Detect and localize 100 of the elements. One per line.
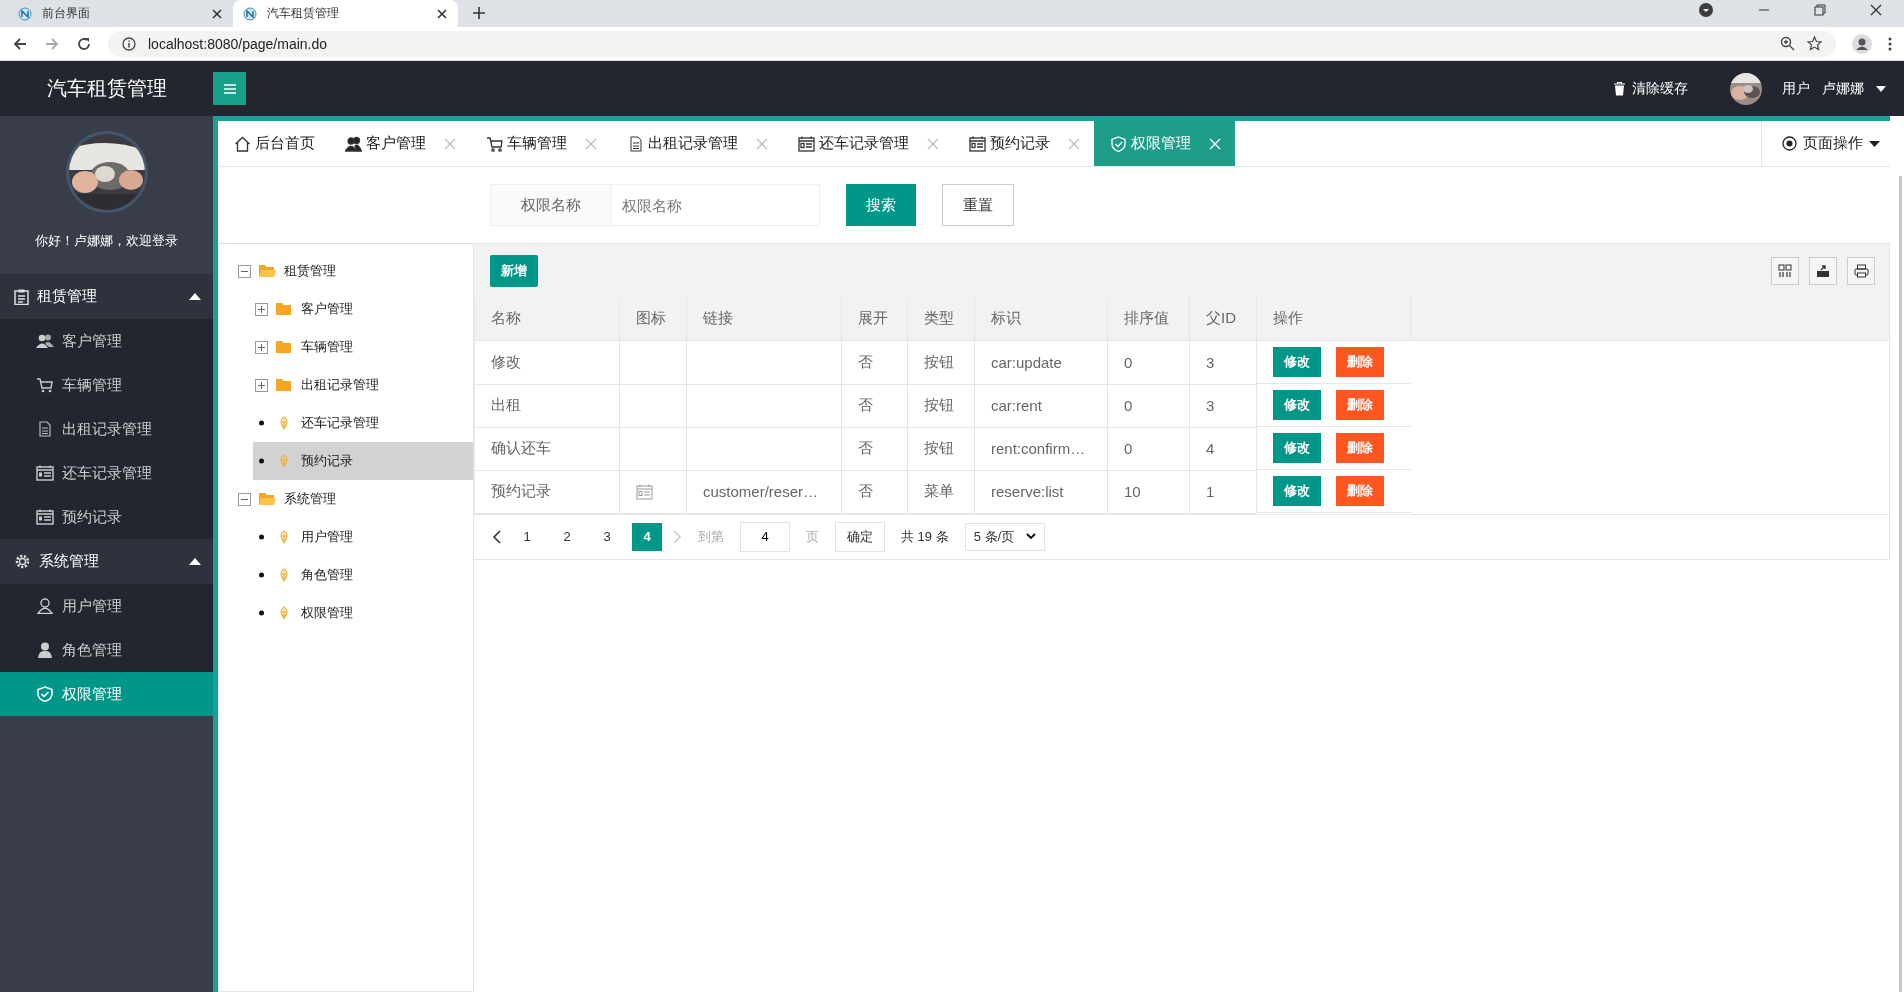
menu-group[interactable]: 系统管理 [0,539,213,584]
new-tab-icon[interactable] [472,6,486,20]
columns-icon [1778,263,1792,278]
expand-icon[interactable] [255,378,268,392]
menu-group[interactable]: 租赁管理 [0,274,213,319]
tree-node[interactable]: 车辆管理 [219,328,473,366]
table-cell: 否 [841,427,908,470]
menu-item[interactable]: 车辆管理 [0,363,213,407]
caret-icon [189,558,201,565]
menu-item[interactable]: 角色管理 [0,628,213,672]
page-size-select[interactable]: 5 条/页 [964,522,1045,551]
page-number-field[interactable]: 4 [740,521,790,552]
menu-icon [223,83,236,94]
table-cell: customer/reser… [686,470,842,513]
browser-tab[interactable]: 前台界面 [8,0,233,27]
column-header: 展开 [841,297,908,341]
tree-node[interactable]: 租赁管理 [219,252,473,290]
table-cell: 0 [1107,427,1190,470]
page-tab[interactable]: 出租记录管理 [611,121,782,166]
shield-icon [36,686,54,702]
reload-icon[interactable] [76,35,92,52]
export-button[interactable] [1809,256,1837,285]
cal-icon [798,135,815,152]
site-icon [243,6,257,21]
caret-icon [189,293,201,300]
menu-item[interactable]: 预约记录 [0,495,213,539]
folder-icon [259,492,276,506]
table-cell: 否 [841,340,908,384]
edit-button[interactable]: 修改 [1273,433,1321,463]
zoom-icon[interactable] [1780,36,1795,51]
table-cell: 菜单 [907,470,975,513]
page-tab[interactable]: 还车记录管理 [782,121,953,166]
confirm-button[interactable]: 确定 [835,521,885,552]
reset-button[interactable]: 重置 [942,184,1014,226]
tree-node[interactable]: 系统管理 [219,480,473,518]
star-icon[interactable] [1807,36,1822,51]
clipboard-icon [14,288,29,305]
profile-icon[interactable] [1852,33,1872,54]
users-icon [36,333,54,349]
column-header: 图标 [619,297,687,341]
back-icon[interactable] [12,35,28,52]
search-label: 权限名称 [490,184,612,226]
tree-node[interactable]: 还车记录管理 [219,404,473,442]
table-cell: 按钮 [907,340,975,384]
dropdown-icon[interactable] [1698,1,1714,18]
menu-item[interactable]: 出租记录管理 [0,407,213,451]
export-icon [1816,263,1830,278]
tab-title: 汽车租赁管理 [267,5,340,22]
tree-node[interactable]: 客户管理 [219,290,473,328]
edit-button[interactable]: 修改 [1273,476,1321,506]
expand-icon[interactable] [255,340,268,354]
page-tab[interactable]: 预约记录 [953,121,1094,166]
edit-button[interactable]: 修改 [1273,347,1321,377]
browser-tab[interactable]: 汽车租赁管理 [233,0,458,27]
menu-icon[interactable] [1888,36,1892,51]
page-tab[interactable]: 车辆管理 [470,121,611,166]
info-icon [122,36,136,51]
close-icon[interactable] [1870,3,1882,16]
close-icon[interactable] [436,7,448,20]
user-menu[interactable]: 用户 卢娜娜 [1782,79,1886,98]
add-button[interactable]: 新增 [490,254,538,287]
menu-toggle-button[interactable] [213,72,246,105]
page-tab[interactable]: 后台首页 [218,121,329,166]
expand-icon[interactable] [255,302,268,316]
search-button[interactable]: 搜索 [846,184,916,226]
tree-node[interactable]: 预约记录 [253,442,473,480]
page-tab[interactable]: 客户管理 [329,121,470,166]
table-cell: reserve:list [974,470,1108,513]
address-field[interactable]: localhost:8080/page/main.do [108,30,1836,57]
menu-item[interactable]: 客户管理 [0,319,213,363]
cart-icon [36,377,54,393]
tree-node[interactable]: 出租记录管理 [219,366,473,404]
collapse-icon[interactable] [238,264,251,278]
table-cell: 否 [841,384,908,427]
table-cell: 0 [1107,340,1190,384]
table-cell: 修改 [474,340,620,384]
table-cell: 按钮 [907,427,975,470]
menu-item[interactable]: 用户管理 [0,584,213,628]
clear-cache-button[interactable]: 清除缓存 [1613,79,1688,98]
restore-icon[interactable] [1814,3,1826,16]
tree-node[interactable]: 用户管理 [219,518,473,556]
tree-node[interactable]: 角色管理 [219,556,473,594]
home-icon [234,135,251,152]
close-icon[interactable] [211,7,223,20]
menu-item[interactable]: 权限管理 [0,672,213,716]
edit-button[interactable]: 修改 [1273,390,1321,420]
previous-page-icon[interactable] [492,529,502,544]
page-button[interactable]: 4 [632,522,662,551]
collapse-icon[interactable] [238,492,251,506]
column-header: 类型 [907,297,975,341]
print-button[interactable] [1847,256,1875,285]
print-icon [1853,263,1869,278]
tree-node[interactable]: 权限管理 [219,594,473,632]
table-cell: 3 [1189,384,1257,427]
column-header: 操作 [1256,297,1411,341]
search-field[interactable]: 权限名称 [612,184,820,226]
columns-button[interactable] [1771,256,1799,285]
table-cell: 否 [841,470,908,513]
menu-item[interactable]: 还车记录管理 [0,451,213,495]
folder-icon [276,378,293,392]
